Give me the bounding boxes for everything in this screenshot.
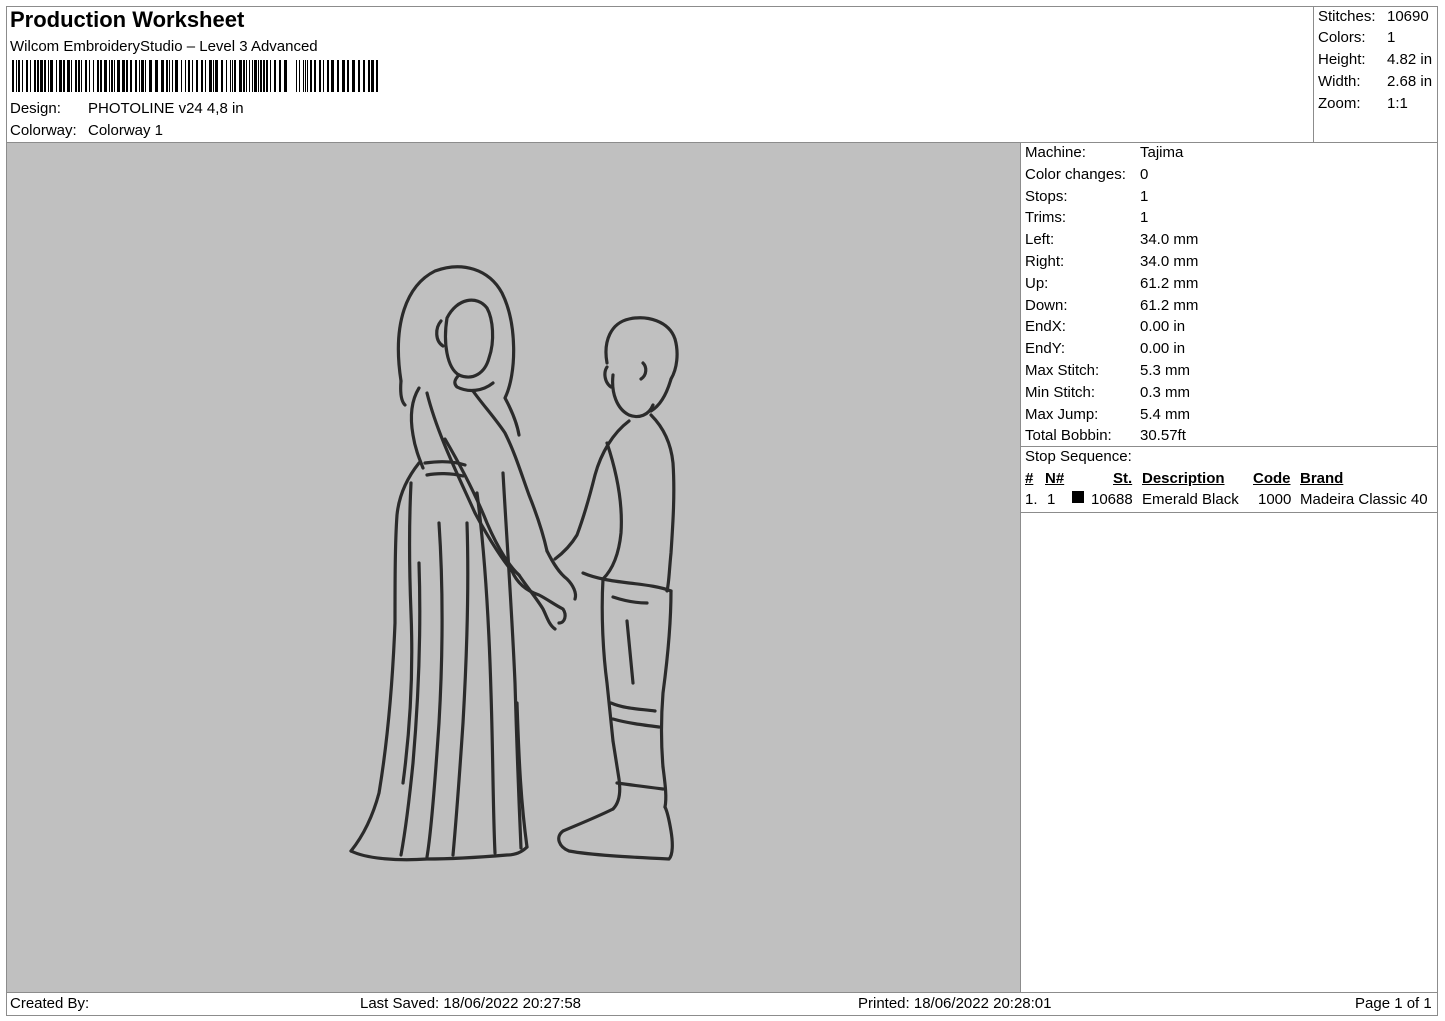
machine-stat-label: Max Jump: [1025,405,1099,423]
machine-stat-value: 61.2 mm [1140,274,1199,292]
machine-stat-label: Up: [1025,274,1049,292]
row-brand: Madeira Classic 40 [1300,491,1428,508]
colorway-label: Colorway: [10,122,77,139]
col-header-num: # [1025,470,1034,487]
design-value: PHOTOLINE v24 4,8 in [88,100,244,117]
machine-stat-value: Tajima [1140,144,1184,161]
machine-stat-value: 30.57ft [1140,427,1186,445]
col-header-n: N# [1045,470,1065,487]
machine-stat-value: 0.3 mm [1140,383,1191,401]
machine-stat-label: EndX: [1025,318,1066,336]
machine-stat-label: Color changes: [1025,165,1126,183]
col-header-code: Code [1253,470,1291,487]
design-canvas [7,143,1020,992]
machine-stat-label: Stops: [1025,187,1068,205]
stats-divider [1020,446,1438,447]
machine-stat-value: 0.00 in [1140,318,1186,336]
summary-divider [1313,6,1314,142]
machine-stat-value: 34.0 mm [1140,253,1199,270]
footer-last-saved: Last Saved: 18/06/2022 20:27:58 [360,995,582,1012]
machine-stat-label: Trims: [1025,209,1067,227]
canvas-divider [1020,142,1021,993]
row-code: 1000 [1258,491,1292,508]
footer-divider [6,992,1438,993]
col-header-description: Description [1142,470,1225,487]
machine-stat-value: 1 [1140,187,1149,205]
machine-stat-label: Right: [1025,253,1065,270]
row-stitches: 10688 [1091,491,1133,508]
machine-stat-label: Min Stitch: [1025,383,1096,401]
machine-stat-label: EndY: [1025,340,1066,358]
row-description: Emerald Black [1142,491,1239,508]
row-num: 1. [1025,491,1038,508]
machine-stat-value: 34.0 mm [1140,231,1199,249]
footer-page: Page 1 of 1 [1355,995,1432,1012]
col-header-st: St. [1113,470,1133,487]
thread-color-swatch [1072,491,1084,503]
machine-stat-label: Max Stitch: [1025,362,1100,379]
embroidery-design-image [349,265,679,862]
machine-stat-label: Total Bobbin: [1025,427,1112,445]
machine-stat-label: Machine: [1025,144,1086,161]
machine-stat-label: Left: [1025,231,1055,249]
footer-printed: Printed: 18/06/2022 20:28:01 [858,995,1052,1012]
software-name: Wilcom EmbroideryStudio – Level 3 Advanc… [10,38,318,55]
design-label: Design: [10,100,61,117]
colorway-value: Colorway 1 [88,122,164,139]
row-n: 1 [1047,491,1056,508]
machine-stat-label: Down: [1025,296,1068,314]
stop-sequence-title: Stop Sequence: [1025,448,1132,465]
machine-stat-value: 1 [1140,209,1149,227]
barcode-image [12,60,378,92]
design-row: Design: [10,100,61,117]
machine-stat-value: 5.4 mm [1140,405,1191,423]
worksheet-title: Production Worksheet [10,7,245,32]
machine-stat-value: 5.3 mm [1140,362,1191,379]
col-header-brand: Brand [1300,470,1344,487]
footer-created-by: Created By: [10,995,90,1012]
machine-stat-value: 61.2 mm [1140,296,1199,314]
machine-stat-value: 0 [1140,165,1149,183]
sequence-divider [1020,512,1438,513]
machine-stat-value: 0.00 in [1140,340,1186,358]
